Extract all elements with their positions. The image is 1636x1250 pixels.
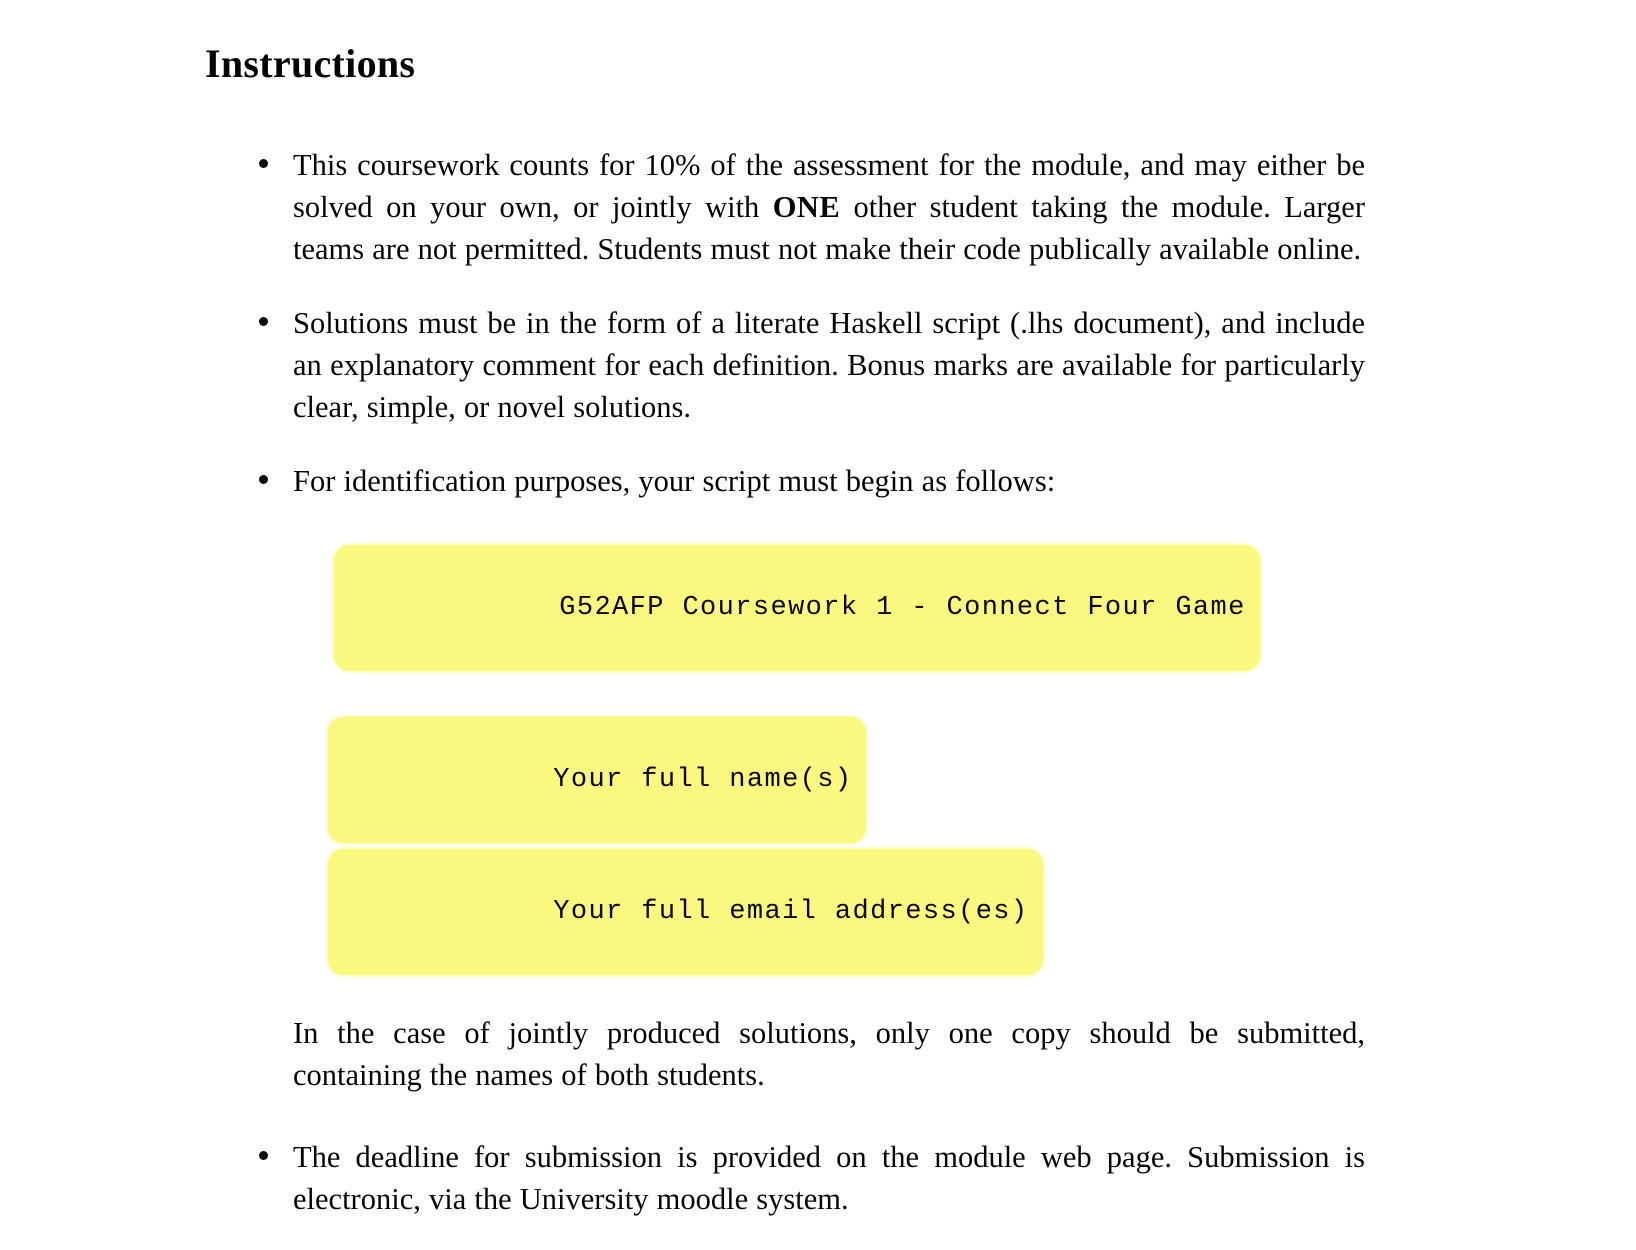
bullet-text-emphasis-one: ONE (772, 189, 841, 224)
code-line-email: Your full email address(es) (328, 846, 1043, 978)
code-line-text: Your full email address(es) (553, 896, 1029, 927)
page-title: Instructions (205, 40, 416, 86)
bullet-dot-icon (259, 474, 268, 484)
bullet-paragraph: For identification purposes, your script… (293, 463, 1056, 498)
code-line-header: G52AFP Coursework 1 - Connect Four Game (334, 542, 1260, 674)
bullet-dot-icon (259, 316, 268, 326)
list-item-coursework-weighting: This coursework counts for 10% of the as… (255, 144, 1365, 270)
bullet-dot-icon (259, 1150, 268, 1160)
list-item-identification: For identification purposes, your script… (255, 460, 1365, 1096)
code-line-wrapper-header: G52AFP Coursework 1 - Connect Four Game (334, 542, 1365, 674)
document-page: Instructions This coursework counts for … (0, 0, 1636, 1216)
code-line-name: Your full name(s) (328, 714, 867, 846)
code-line-text: G52AFP Coursework 1 - Connect Four Game (559, 592, 1246, 623)
list-item-solution-format: Solutions must be in the form of a liter… (255, 302, 1365, 428)
bullet-dot-icon (259, 158, 268, 168)
code-line-wrapper-email: Your full email address(es) (328, 846, 1365, 978)
bullet-paragraph: Solutions must be in the form of a liter… (293, 305, 1365, 424)
bullet-paragraph: The deadline for submission is provided … (293, 1139, 1365, 1216)
script-header-code-block: G52AFP Coursework 1 - Connect Four Game … (293, 542, 1365, 978)
code-line-text: Your full name(s) (553, 764, 853, 795)
instructions-list: This coursework counts for 10% of the as… (255, 113, 1365, 1250)
code-line-wrapper-name: Your full name(s) (328, 714, 1365, 846)
joint-submission-note: In the case of jointly produced solution… (293, 1015, 1365, 1092)
code-block-gap (348, 674, 1365, 714)
bullet-paragraph: This coursework counts for 10% of the as… (293, 144, 1365, 270)
list-item-deadline: The deadline for submission is provided … (255, 1136, 1365, 1220)
